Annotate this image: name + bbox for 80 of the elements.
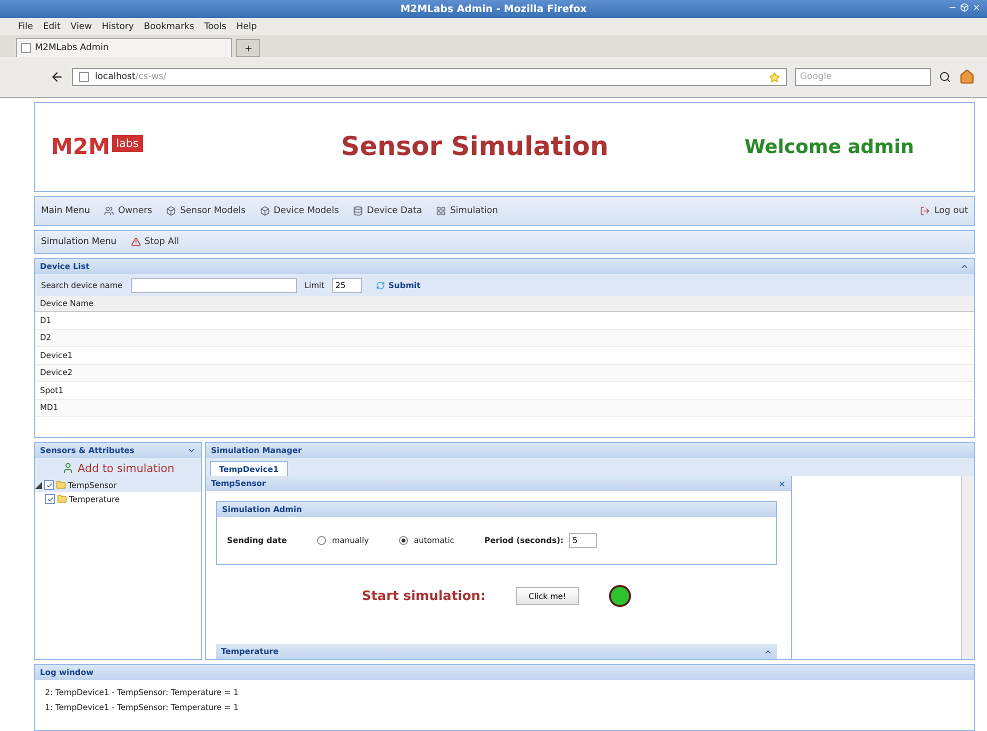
scrollbar[interactable] [961, 476, 974, 659]
menu-button[interactable]: Simulation [436, 206, 498, 216]
menu-button[interactable]: Device Models [260, 206, 339, 216]
submit-button[interactable]: Submit [370, 280, 426, 290]
star-icon[interactable] [769, 72, 780, 82]
browser-tab[interactable]: M2MLabs Admin [16, 38, 232, 57]
menu-item[interactable]: Tools [204, 22, 226, 32]
tree-label: TempSensor [68, 480, 117, 490]
checkbox[interactable] [44, 480, 54, 490]
folder-icon [56, 480, 66, 490]
panel-title: Simulation Manager [211, 446, 302, 455]
menu-item[interactable]: File [18, 22, 34, 32]
table-row[interactable]: D2 [35, 330, 974, 347]
plus-icon [244, 44, 252, 52]
radio-label: manually [332, 536, 369, 545]
search-label: Search device name [41, 280, 123, 290]
menu-item[interactable]: History [102, 22, 134, 32]
close-icon[interactable] [778, 480, 786, 488]
tab[interactable]: TempDevice1 [210, 461, 288, 476]
stop-all-button[interactable]: Stop All [130, 237, 179, 247]
welcome-text: Welcome admin [744, 136, 914, 158]
menu-button[interactable]: Sensor Models [166, 206, 246, 216]
menu-button[interactable]: Device Data [352, 206, 422, 216]
table-row[interactable]: MD1 [35, 400, 974, 417]
expander-icon[interactable] [35, 482, 42, 488]
tree-item[interactable]: Temperature [45, 492, 201, 506]
page-title: Sensor Simulation [341, 132, 610, 162]
device-search-field[interactable] [130, 278, 297, 292]
menu-button[interactable]: Owners [104, 206, 152, 216]
start-label: Start simulation: [362, 588, 486, 604]
refresh-icon [376, 280, 386, 290]
home-icon[interactable] [959, 69, 975, 85]
radio-button[interactable] [398, 536, 408, 545]
menu-item[interactable]: Bookmarks [144, 22, 194, 32]
add-to-simulation-button[interactable]: Add to simulation [35, 458, 201, 478]
address-field[interactable]: localhost/cs-ws/ [72, 68, 787, 86]
grid-icon [436, 206, 446, 216]
cube-icon [260, 206, 270, 216]
limit-field[interactable]: 25 [332, 278, 362, 292]
tree-item[interactable]: TempSensor [35, 478, 201, 492]
log-line: 1: TempDevice1 - TempSensor: Temperature = 1 [45, 703, 240, 712]
table-row[interactable]: Device2 [35, 364, 974, 382]
menu-item[interactable]: Help [236, 22, 257, 32]
database-icon [352, 206, 363, 216]
panel-title: Sensors & Attributes [40, 446, 134, 455]
field-label: Period (seconds): [484, 536, 564, 545]
search-icon[interactable] [939, 71, 951, 83]
new-tab-button[interactable] [236, 39, 260, 57]
window-title: M2MLabs Admin - Mozilla Firefox [400, 4, 587, 14]
people-icon [104, 206, 114, 216]
cube-icon [166, 206, 176, 216]
panel-title: Log window [40, 668, 94, 677]
checkbox[interactable] [45, 494, 55, 504]
status-led-icon [609, 585, 632, 607]
folder-icon [57, 494, 67, 504]
panel-title: Simulation Admin [222, 505, 302, 514]
column-header[interactable]: Device Name [35, 296, 974, 312]
menu-label: Main Menu [41, 206, 90, 216]
radio-button[interactable] [316, 536, 326, 545]
menu-item[interactable]: Edit [43, 22, 60, 32]
logo: M2M labs [51, 134, 341, 160]
warning-icon [130, 237, 141, 247]
panel-title: TempSensor [211, 479, 266, 488]
menu-item[interactable]: View [70, 22, 92, 32]
menu-label: Simulation Menu [41, 237, 117, 247]
field-label: Sending date [227, 536, 287, 545]
radio-label: automatic [414, 536, 454, 545]
period-field[interactable]: 5 [569, 533, 598, 548]
logout-icon [920, 206, 930, 216]
back-icon[interactable] [50, 70, 64, 84]
logout-button[interactable]: Log out [920, 206, 968, 216]
collapse-icon[interactable] [960, 262, 969, 271]
panel-title: Device List [40, 262, 90, 271]
collapse-icon[interactable] [187, 446, 196, 455]
panel-title: Temperature [221, 647, 279, 656]
tree-label: Temperature [69, 494, 120, 504]
limit-label: Limit [304, 280, 324, 290]
click-me-button[interactable]: Click me! [516, 587, 580, 605]
log-line: 2: TempDevice1 - TempSensor: Temperature = 1 [45, 688, 240, 697]
user-icon [62, 462, 74, 474]
